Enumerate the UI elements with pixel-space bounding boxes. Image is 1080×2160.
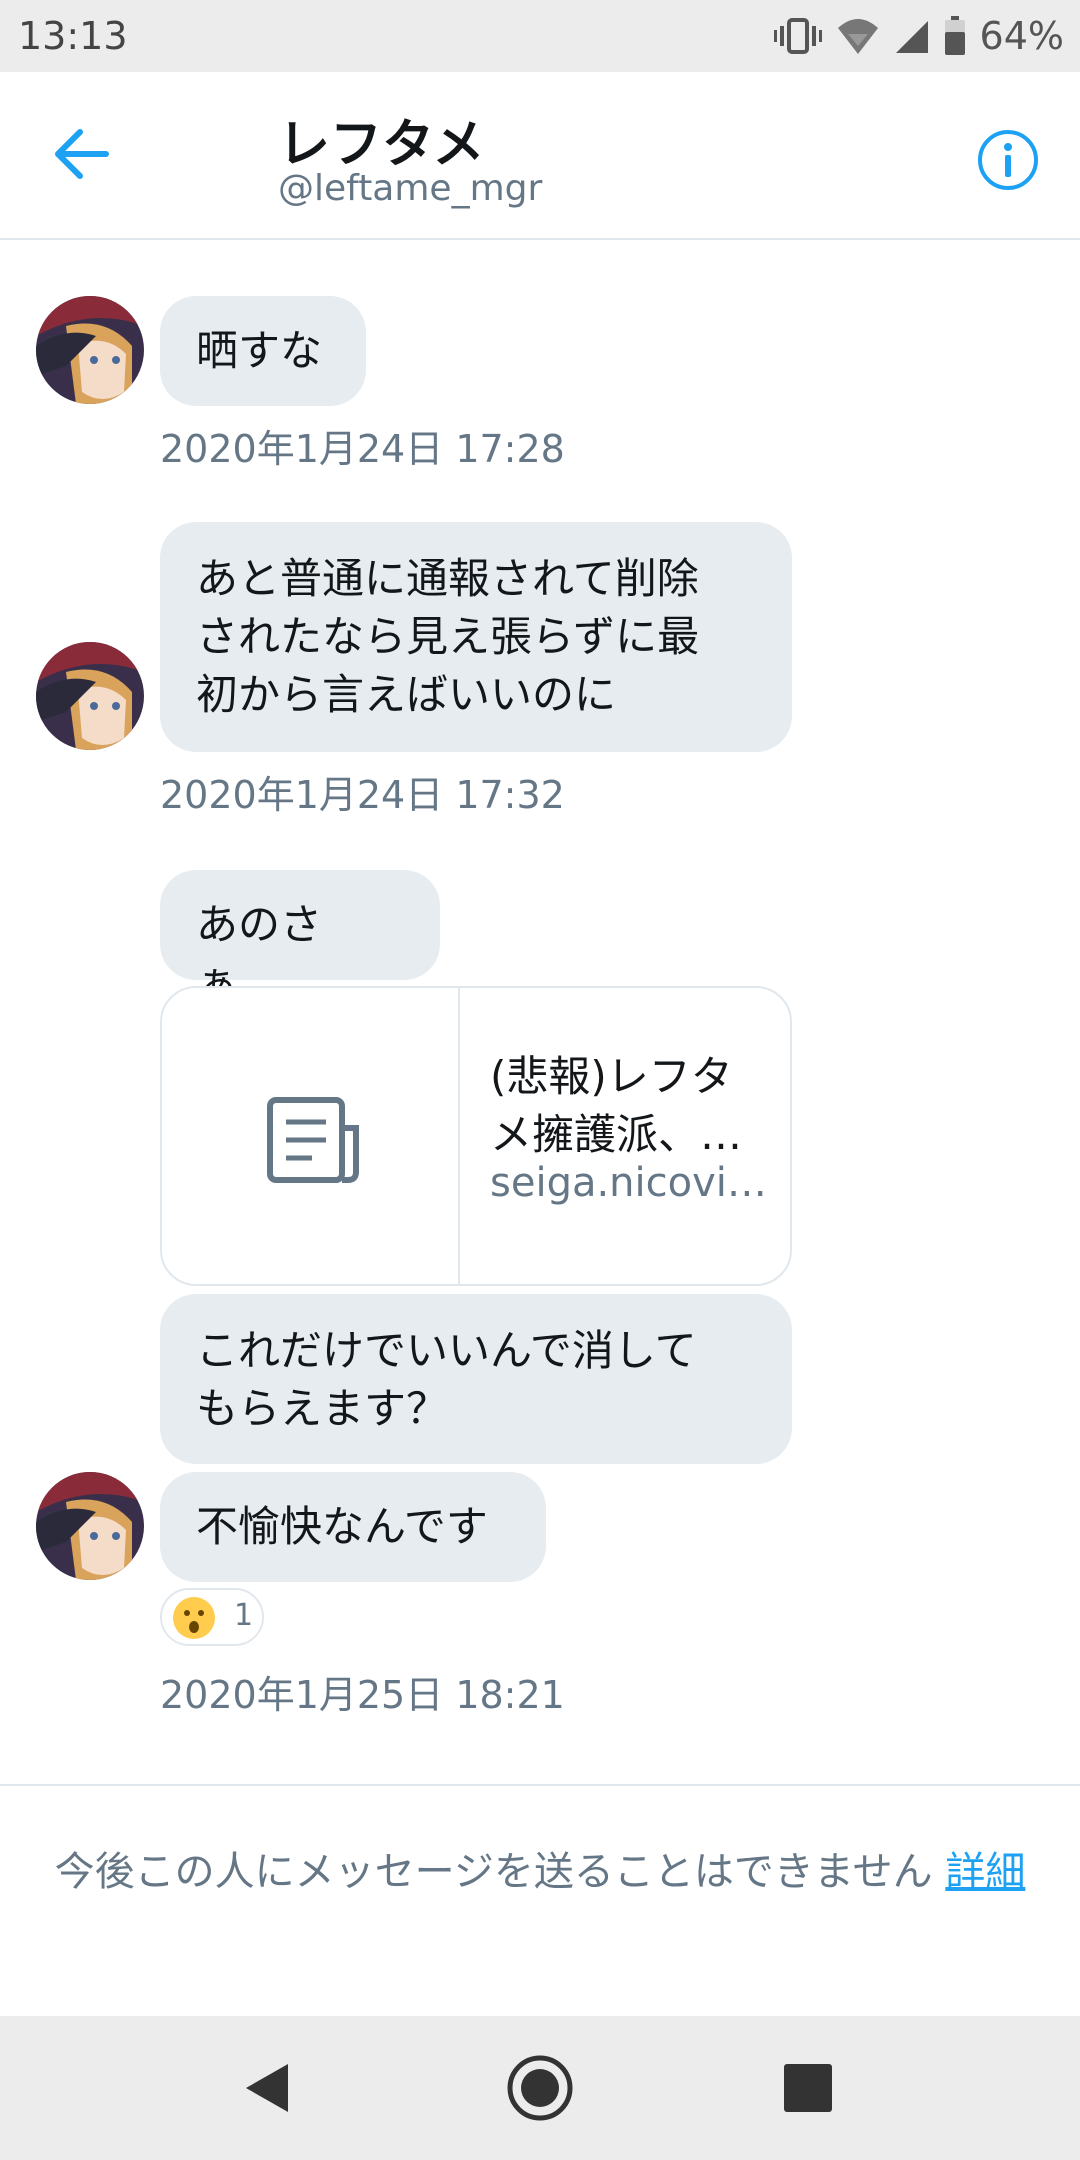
message-timestamp: 2020年1月25日 18:21 [160,1673,565,1717]
message-text-line: 初から言えばいいのに [196,670,617,719]
contact-name[interactable]: レフタメ [278,102,484,177]
link-card[interactable]: (悲報)レフタ メ擁護派、… seiga.nicovi… [160,986,792,1286]
link-card-title-line: (悲報)レフタ [490,1052,733,1101]
back-button[interactable] [50,124,120,184]
reaction-count: 1 [234,1598,254,1633]
message-bubble[interactable]: 晒すな [160,296,366,406]
document-icon [267,1097,359,1183]
message-text: 晒すな [196,326,323,375]
message-text-line: これだけでいいんで消して [196,1326,697,1375]
message-text-line: されたなら見え張らずに最 [196,612,700,661]
link-card-title: (悲報)レフタ メ擁護派、… [490,1048,770,1164]
message-text-line: あと普通に通報されて削除 [196,554,699,603]
info-circle-icon [978,130,1038,190]
avatar-image [36,1472,144,1580]
battery-icon [944,16,965,55]
arrow-left-icon [55,129,109,179]
nav-home-button[interactable] [504,2052,576,2124]
navigation-bar [0,2016,1080,2160]
message-bubble[interactable]: 不愉快なんです [160,1472,546,1582]
learn-more-link[interactable]: 詳細 [945,1849,1025,1895]
avatar[interactable] [36,1472,144,1580]
battery-percent: 64% [979,14,1064,58]
reaction-pill[interactable]: 1 [160,1588,264,1646]
link-card-domain: seiga.nicovi… [490,1160,767,1206]
link-card-thumbnail [162,988,460,1284]
home-circle-icon [507,2055,573,2121]
divider [0,1784,1080,1786]
back-triangle-icon [246,2064,288,2112]
status-bar: 13:13 64% [0,0,1080,72]
avatar[interactable] [36,296,144,404]
link-card-title-line: メ擁護派、… [490,1110,743,1159]
vibrate-icon [773,18,822,54]
surprised-face-emoji [173,1597,215,1639]
nav-back-button[interactable] [232,2052,304,2124]
conversation-header: レフタメ @leftame_mgr [0,72,1080,240]
message-text: 不愉快なんです [196,1502,488,1551]
contact-handle[interactable]: @leftame_mgr [278,168,542,209]
nav-recents-button[interactable] [772,2052,844,2124]
avatar[interactable] [36,642,144,750]
info-button[interactable] [976,128,1040,192]
status-icons: 64% [773,10,1064,62]
signal-icon [895,21,928,53]
recents-square-icon [784,2064,832,2112]
message-bubble[interactable]: これだけでいいんで消して もらえます？ [160,1294,792,1464]
avatar-image [36,296,144,404]
avatar-image [36,642,144,750]
message-bubble[interactable]: あのさぁ… [160,870,440,1007]
wifi-icon [837,19,878,54]
status-time: 13:13 [18,14,128,58]
notice-text: 今後この人にメッセージを送ることはできません [54,1849,933,1895]
message-bubble[interactable]: あと普通に通報されて削除 されたなら見え張らずに最 初から言えばいいのに [160,522,792,752]
message-timestamp: 2020年1月24日 17:28 [160,427,565,471]
message-timestamp: 2020年1月24日 17:32 [160,773,565,817]
message-text-line: もらえます？ [196,1384,449,1433]
dm-disabled-notice: 今後この人にメッセージを送ることはできません 詳細 [40,1844,1040,1900]
